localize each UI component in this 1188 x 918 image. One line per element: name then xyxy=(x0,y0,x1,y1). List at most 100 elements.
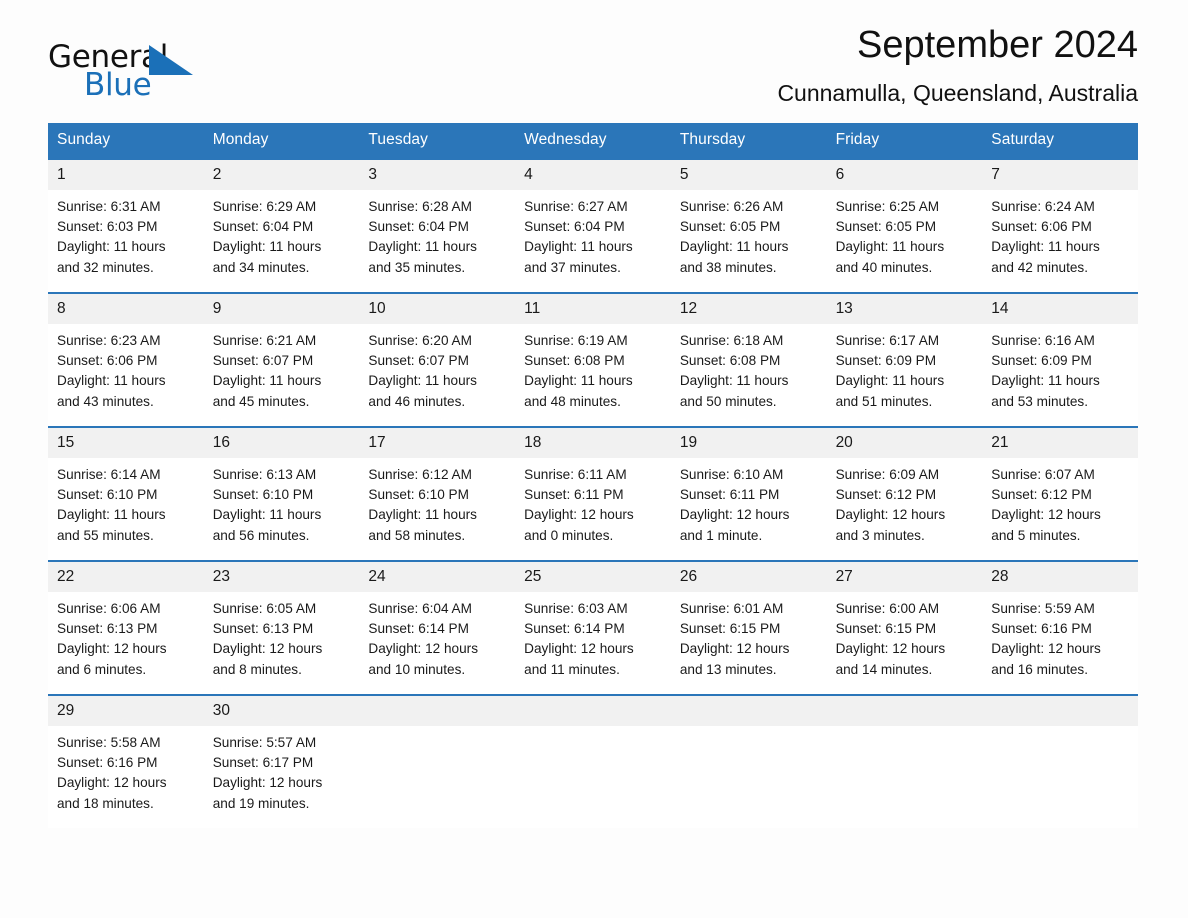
day-number[interactable]: 1 xyxy=(48,160,204,190)
day-cell[interactable]: Sunrise: 5:58 AM Sunset: 6:16 PM Dayligh… xyxy=(48,726,204,828)
day-number[interactable]: 17 xyxy=(359,428,515,458)
daylight-text-line2: and 48 minutes. xyxy=(524,393,621,409)
day-cell[interactable]: Sunrise: 5:59 AM Sunset: 6:16 PM Dayligh… xyxy=(982,592,1138,694)
day-cell[interactable]: Sunrise: 6:13 AM Sunset: 6:10 PM Dayligh… xyxy=(204,458,360,560)
day-cell[interactable]: Sunrise: 6:09 AM Sunset: 6:12 PM Dayligh… xyxy=(827,458,983,560)
day-number[interactable]: 19 xyxy=(671,428,827,458)
day-cell[interactable]: Sunrise: 6:18 AM Sunset: 6:08 PM Dayligh… xyxy=(671,324,827,426)
sunrise-text: Sunrise: 6:17 AM xyxy=(835,333,940,348)
week-row: 22 23 24 25 26 27 28 Sunrise: 6:06 AM Su… xyxy=(48,560,1138,694)
day-number[interactable]: 24 xyxy=(359,562,515,592)
day-number[interactable]: 2 xyxy=(204,160,360,190)
week-cell-row: Sunrise: 6:06 AM Sunset: 6:13 PM Dayligh… xyxy=(48,592,1138,694)
day-number[interactable]: 29 xyxy=(48,696,204,726)
daylight-text-line1: Daylight: 11 hours xyxy=(679,239,789,255)
day-cell[interactable]: Sunrise: 6:01 AM Sunset: 6:15 PM Dayligh… xyxy=(671,592,827,694)
daylight-text-line1: Daylight: 11 hours xyxy=(368,373,477,389)
daylight-text-line1: Daylight: 11 hours xyxy=(212,239,322,255)
day-number[interactable]: 3 xyxy=(359,160,515,190)
day-cell[interactable]: Sunrise: 6:29 AM Sunset: 6:04 PM Dayligh… xyxy=(204,190,360,292)
day-cell[interactable]: Sunrise: 6:04 AM Sunset: 6:14 PM Dayligh… xyxy=(359,592,515,694)
day-number-empty xyxy=(359,696,515,726)
day-number[interactable]: 10 xyxy=(359,294,515,324)
day-number[interactable]: 20 xyxy=(827,428,983,458)
sunset-text: Sunset: 6:12 PM xyxy=(991,487,1092,503)
day-cell[interactable]: Sunrise: 6:06 AM Sunset: 6:13 PM Dayligh… xyxy=(48,592,204,694)
day-number[interactable]: 14 xyxy=(982,294,1138,324)
day-number[interactable]: 11 xyxy=(515,294,671,324)
day-number[interactable]: 7 xyxy=(982,160,1138,190)
day-number[interactable]: 26 xyxy=(671,562,827,592)
day-number[interactable]: 25 xyxy=(515,562,671,592)
daylight-text-line2: and 56 minutes. xyxy=(212,527,310,543)
day-cell[interactable]: Sunrise: 6:31 AM Sunset: 6:03 PM Dayligh… xyxy=(48,190,204,292)
day-cell[interactable]: Sunrise: 6:20 AM Sunset: 6:07 PM Dayligh… xyxy=(359,324,515,426)
day-number[interactable]: 18 xyxy=(515,428,671,458)
daylight-text-line2: and 32 minutes. xyxy=(57,259,154,275)
daylight-text-line1: Daylight: 11 hours xyxy=(835,373,945,389)
daylight-text-line2: and 11 minutes. xyxy=(524,661,620,677)
day-number[interactable]: 6 xyxy=(827,160,983,190)
day-number[interactable]: 23 xyxy=(204,562,360,592)
daylight-text-line2: and 37 minutes. xyxy=(524,259,621,275)
day-number[interactable]: 9 xyxy=(204,294,360,324)
calendar-grid: Sunday Monday Tuesday Wednesday Thursday… xyxy=(48,123,1138,828)
day-cell[interactable]: Sunrise: 6:28 AM Sunset: 6:04 PM Dayligh… xyxy=(359,190,515,292)
day-cell[interactable]: Sunrise: 6:19 AM Sunset: 6:08 PM Dayligh… xyxy=(515,324,671,426)
daylight-text-line2: and 34 minutes. xyxy=(212,259,310,275)
week-daynumber-band: 15 16 17 18 19 20 21 xyxy=(48,428,1138,458)
daylight-text-line1: Daylight: 11 hours xyxy=(57,507,166,523)
sunrise-text: Sunrise: 6:10 AM xyxy=(679,467,784,482)
day-cell[interactable]: Sunrise: 6:17 AM Sunset: 6:09 PM Dayligh… xyxy=(827,324,983,426)
sunrise-text: Sunrise: 6:00 AM xyxy=(835,601,940,616)
day-cell[interactable]: Sunrise: 6:25 AM Sunset: 6:05 PM Dayligh… xyxy=(827,190,983,292)
daylight-text-line1: Daylight: 12 hours xyxy=(991,507,1101,523)
logo-text-blue: Blue xyxy=(84,67,152,103)
day-cell[interactable]: Sunrise: 6:00 AM Sunset: 6:15 PM Dayligh… xyxy=(827,592,983,694)
day-cell[interactable]: Sunrise: 5:57 AM Sunset: 6:17 PM Dayligh… xyxy=(204,726,360,828)
daylight-text-line2: and 0 minutes. xyxy=(524,527,614,543)
sunrise-text: Sunrise: 6:24 AM xyxy=(991,199,1095,214)
day-cell[interactable]: Sunrise: 6:10 AM Sunset: 6:11 PM Dayligh… xyxy=(671,458,827,560)
day-cell[interactable]: Sunrise: 6:26 AM Sunset: 6:05 PM Dayligh… xyxy=(671,190,827,292)
day-cell[interactable]: Sunrise: 6:03 AM Sunset: 6:14 PM Dayligh… xyxy=(515,592,671,694)
day-number[interactable]: 27 xyxy=(827,562,983,592)
daylight-text-line2: and 43 minutes. xyxy=(57,393,154,409)
page-header: General Blue September 2024 Cunnamulla, … xyxy=(48,0,1140,112)
day-cell[interactable]: Sunrise: 6:21 AM Sunset: 6:07 PM Dayligh… xyxy=(204,324,360,426)
daylight-text-line2: and 46 minutes. xyxy=(368,393,466,409)
day-cell[interactable]: Sunrise: 6:07 AM Sunset: 6:12 PM Dayligh… xyxy=(982,458,1138,560)
day-cell[interactable]: Sunrise: 6:05 AM Sunset: 6:13 PM Dayligh… xyxy=(204,592,360,694)
general-blue-logo[interactable]: General Blue xyxy=(48,42,198,104)
daylight-text-line1: Daylight: 11 hours xyxy=(524,373,633,389)
sunset-text: Sunset: 6:11 PM xyxy=(524,487,624,503)
day-number[interactable]: 13 xyxy=(827,294,983,324)
day-cell-empty xyxy=(359,726,515,828)
day-number[interactable]: 16 xyxy=(204,428,360,458)
sunset-text: Sunset: 6:06 PM xyxy=(57,353,158,369)
day-number[interactable]: 21 xyxy=(982,428,1138,458)
sunrise-text: Sunrise: 6:31 AM xyxy=(57,199,161,214)
day-number[interactable]: 30 xyxy=(204,696,360,726)
day-cell[interactable]: Sunrise: 6:27 AM Sunset: 6:04 PM Dayligh… xyxy=(515,190,671,292)
day-number[interactable]: 28 xyxy=(982,562,1138,592)
daylight-text-line2: and 55 minutes. xyxy=(57,527,154,543)
day-cell[interactable]: Sunrise: 6:11 AM Sunset: 6:11 PM Dayligh… xyxy=(515,458,671,560)
daylight-text-line2: and 13 minutes. xyxy=(679,661,777,677)
day-cell[interactable]: Sunrise: 6:14 AM Sunset: 6:10 PM Dayligh… xyxy=(48,458,204,560)
day-cell[interactable]: Sunrise: 6:16 AM Sunset: 6:09 PM Dayligh… xyxy=(982,324,1138,426)
day-cell[interactable]: Sunrise: 6:23 AM Sunset: 6:06 PM Dayligh… xyxy=(48,324,204,426)
day-cell[interactable]: Sunrise: 6:24 AM Sunset: 6:06 PM Dayligh… xyxy=(982,190,1138,292)
day-number[interactable]: 4 xyxy=(515,160,671,190)
daylight-text-line2: and 16 minutes. xyxy=(991,661,1089,677)
day-number[interactable]: 5 xyxy=(671,160,827,190)
weekday-header-monday: Monday xyxy=(212,131,269,148)
weekday-header-tuesday: Tuesday xyxy=(368,131,428,148)
day-number[interactable]: 8 xyxy=(48,294,204,324)
daylight-text-line2: and 5 minutes. xyxy=(991,527,1081,543)
daylight-text-line2: and 58 minutes. xyxy=(368,527,466,543)
day-number[interactable]: 12 xyxy=(671,294,827,324)
day-number[interactable]: 22 xyxy=(48,562,204,592)
day-cell[interactable]: Sunrise: 6:12 AM Sunset: 6:10 PM Dayligh… xyxy=(359,458,515,560)
day-number[interactable]: 15 xyxy=(48,428,204,458)
